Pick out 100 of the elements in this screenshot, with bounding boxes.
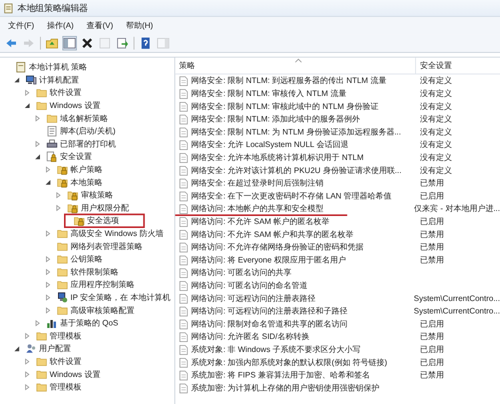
tree-item[interactable]: 网络列表管理器策略 <box>70 240 142 252</box>
expand-arrow-icon[interactable] <box>34 140 41 148</box>
column-header[interactable]: 策略 <box>175 58 416 74</box>
export-icon[interactable] <box>116 36 129 50</box>
policy-name[interactable]: 网络访问: 将 Everyone 权限应用于匿名用户 <box>191 254 346 266</box>
policy-name[interactable]: 网络访问: 限制对命名管道和共享的匿名访问 <box>191 318 348 330</box>
policy-name[interactable]: 系统对象: 非 Windows 子系统不要求区分大小写 <box>191 344 361 356</box>
tree-item[interactable]: 本地策略 <box>70 176 102 188</box>
tree-item[interactable]: 用户配置 <box>39 343 72 354</box>
folder-icon <box>56 304 68 316</box>
policy-name[interactable]: 网络安全: 限制 NTLM: 添加此域中的服务器例外 <box>191 114 360 125</box>
tree-item[interactable]: 本地计算机 策略 <box>28 62 88 73</box>
policy-document-icon <box>15 62 26 73</box>
policy-name[interactable]: 网络安全: 在下一次更改密码时不存储 LAN 管理器哈希值 <box>191 190 392 202</box>
policy-name[interactable]: 网络访问: 本地帐户的共享和安全模型 <box>191 203 324 214</box>
policy-name[interactable]: 网络访问: 不允许 SAM 帐户和共享的匿名枚举 <box>191 228 354 240</box>
collapse-arrow-icon[interactable] <box>44 179 52 186</box>
menu-item[interactable]: 帮助(H) <box>121 18 158 33</box>
delete-icon[interactable] <box>80 36 94 50</box>
setting-value: 没有定义 <box>420 90 452 98</box>
tree-item[interactable]: 计算机配置 <box>39 74 80 86</box>
policy-name[interactable]: 网络安全: 允许本地系统将计算机标识用于 NTLM <box>191 152 364 164</box>
policy-name[interactable]: 网络访问: 可远程访问的注册表路径和子路径 <box>191 306 348 317</box>
policy-name[interactable]: 网络访问: 可匿名访问的共享 <box>191 267 292 278</box>
policy-icon <box>178 88 189 99</box>
secure-folder-icon <box>56 176 68 188</box>
expand-arrow-icon[interactable] <box>44 256 52 262</box>
tree-item[interactable]: 高级安全 Windows 防火墙 <box>70 228 164 240</box>
tree-item[interactable]: 高级审核策略配置 <box>70 304 134 316</box>
tree-item[interactable]: 应用程序控制策略 <box>70 279 134 290</box>
folder-up-icon[interactable] <box>46 36 58 50</box>
policy-icon <box>178 152 189 163</box>
menu-item[interactable]: 操作(A) <box>42 18 78 33</box>
expand-arrow-icon[interactable] <box>55 204 62 212</box>
tree-item[interactable]: IP 安全策略，在 本地计算机 <box>70 292 170 304</box>
expand-arrow-icon[interactable] <box>34 115 41 122</box>
policy-name[interactable]: 网络访问: 可匿名访问的命名管道 <box>191 280 308 292</box>
policy-name[interactable]: 网络访问: 不允许存储网络身份验证的密码和凭据 <box>191 242 364 253</box>
tree-item[interactable]: 安全设置 <box>60 151 92 162</box>
folder-icon <box>56 228 68 240</box>
policy-name[interactable]: 网络访问: 不允许 SAM 帐户的匿名枚举 <box>191 216 330 228</box>
expand-arrow-icon[interactable] <box>24 332 30 340</box>
column-header[interactable]: 安全设置 <box>416 58 500 74</box>
tree-item[interactable]: 域名解析策略 <box>60 112 108 124</box>
back-icon[interactable] <box>4 36 18 50</box>
tree-view-icon[interactable] <box>63 36 76 50</box>
collapse-arrow-icon[interactable] <box>24 102 30 109</box>
tree-item[interactable]: 公钥策略 <box>70 254 102 265</box>
tree-item[interactable]: Windows 设置 <box>50 100 100 112</box>
policy-name[interactable]: 网络访问: 可远程访问的注册表路径 <box>191 292 316 304</box>
policy-icon <box>178 293 189 304</box>
setting-value: 已禁用 <box>420 332 444 342</box>
tree-item[interactable]: 用户权限分配 <box>80 202 129 214</box>
expand-arrow-icon[interactable] <box>55 192 62 198</box>
tree-item[interactable]: 软件设置 <box>50 356 82 368</box>
expand-arrow-icon[interactable] <box>24 90 30 96</box>
setting-value: 已启用 <box>420 192 444 201</box>
policy-name[interactable]: 系统加密: 为计算机上存储的用户密钥使用强密钥保护 <box>191 382 380 394</box>
expand-arrow-icon[interactable] <box>34 320 41 326</box>
policy-name[interactable]: 网络安全: 在超过登录时间后强制注销 <box>191 178 324 189</box>
expand-arrow-icon[interactable] <box>44 268 52 276</box>
expand-arrow-icon[interactable] <box>44 166 52 173</box>
tree-item[interactable]: 已部署的打印机 <box>60 138 116 150</box>
policy-name[interactable]: 网络安全: 限制 NTLM: 为 NTLM 身份验证添加远程服务器... <box>191 126 401 138</box>
tree-item[interactable]: 脚本(启动/关机) <box>60 126 116 137</box>
collapse-arrow-icon[interactable] <box>14 346 20 352</box>
setting-value: 已禁用 <box>420 230 444 240</box>
expand-arrow-icon[interactable] <box>44 307 52 314</box>
tree-item[interactable]: 基于策略的 QoS <box>60 318 118 329</box>
menu-item[interactable]: 文件(F) <box>3 18 40 33</box>
tree-item[interactable]: 帐户策略 <box>70 164 102 176</box>
policy-name[interactable]: 网络安全: 限制 NTLM: 到远程服务器的传出 NTLM 流量 <box>191 75 386 86</box>
policy-name[interactable]: 网络访问: 允许匿名 SID/名称转换 <box>191 331 310 342</box>
expand-arrow-icon[interactable] <box>44 282 52 288</box>
menu-item[interactable]: 查看(V) <box>82 18 118 33</box>
expand-arrow-icon[interactable] <box>44 230 52 237</box>
tree-item[interactable]: 管理模板 <box>50 330 82 342</box>
help-icon[interactable] <box>139 36 152 50</box>
tree-item[interactable]: 管理模板 <box>50 382 82 393</box>
expand-arrow-icon[interactable] <box>24 358 30 365</box>
tree-item[interactable]: 软件限制策略 <box>70 266 118 278</box>
collapse-arrow-icon[interactable] <box>14 76 20 84</box>
tree-item[interactable]: Windows 设置 <box>50 368 100 380</box>
expand-arrow-icon[interactable] <box>24 371 30 378</box>
tree-item[interactable]: 审核策略 <box>80 190 113 201</box>
policy-name[interactable]: 系统对象: 加强内部系统对象的默认权限(例如 符号链接) <box>191 356 388 368</box>
policy-name[interactable]: 网络安全: 允许对该计算机的 PKU2U 身份验证请求使用联... <box>191 164 402 176</box>
policy-icon <box>178 318 189 330</box>
computer-icon <box>26 74 37 86</box>
collapse-arrow-icon[interactable] <box>34 154 41 160</box>
policy-name[interactable]: 系统加密: 将 FIPS 兼容算法用于加密、哈希和签名 <box>191 370 370 381</box>
tree-item[interactable]: 软件设置 <box>50 87 82 98</box>
expand-arrow-icon[interactable] <box>44 294 52 301</box>
policy-icon <box>178 229 189 240</box>
policy-name[interactable]: 网络安全: 允许 LocalSystem NULL 会话回退 <box>191 139 348 150</box>
policy-name[interactable]: 网络安全: 限制 NTLM: 审核传入 NTLM 流量 <box>191 88 346 100</box>
expand-arrow-icon[interactable] <box>24 384 30 390</box>
policy-name[interactable]: 网络安全: 限制 NTLM: 审核此域中的 NTLM 身份验证 <box>191 100 378 112</box>
tree-item[interactable]: 安全选项 <box>87 215 120 226</box>
setting-value: 已禁用 <box>420 256 444 265</box>
